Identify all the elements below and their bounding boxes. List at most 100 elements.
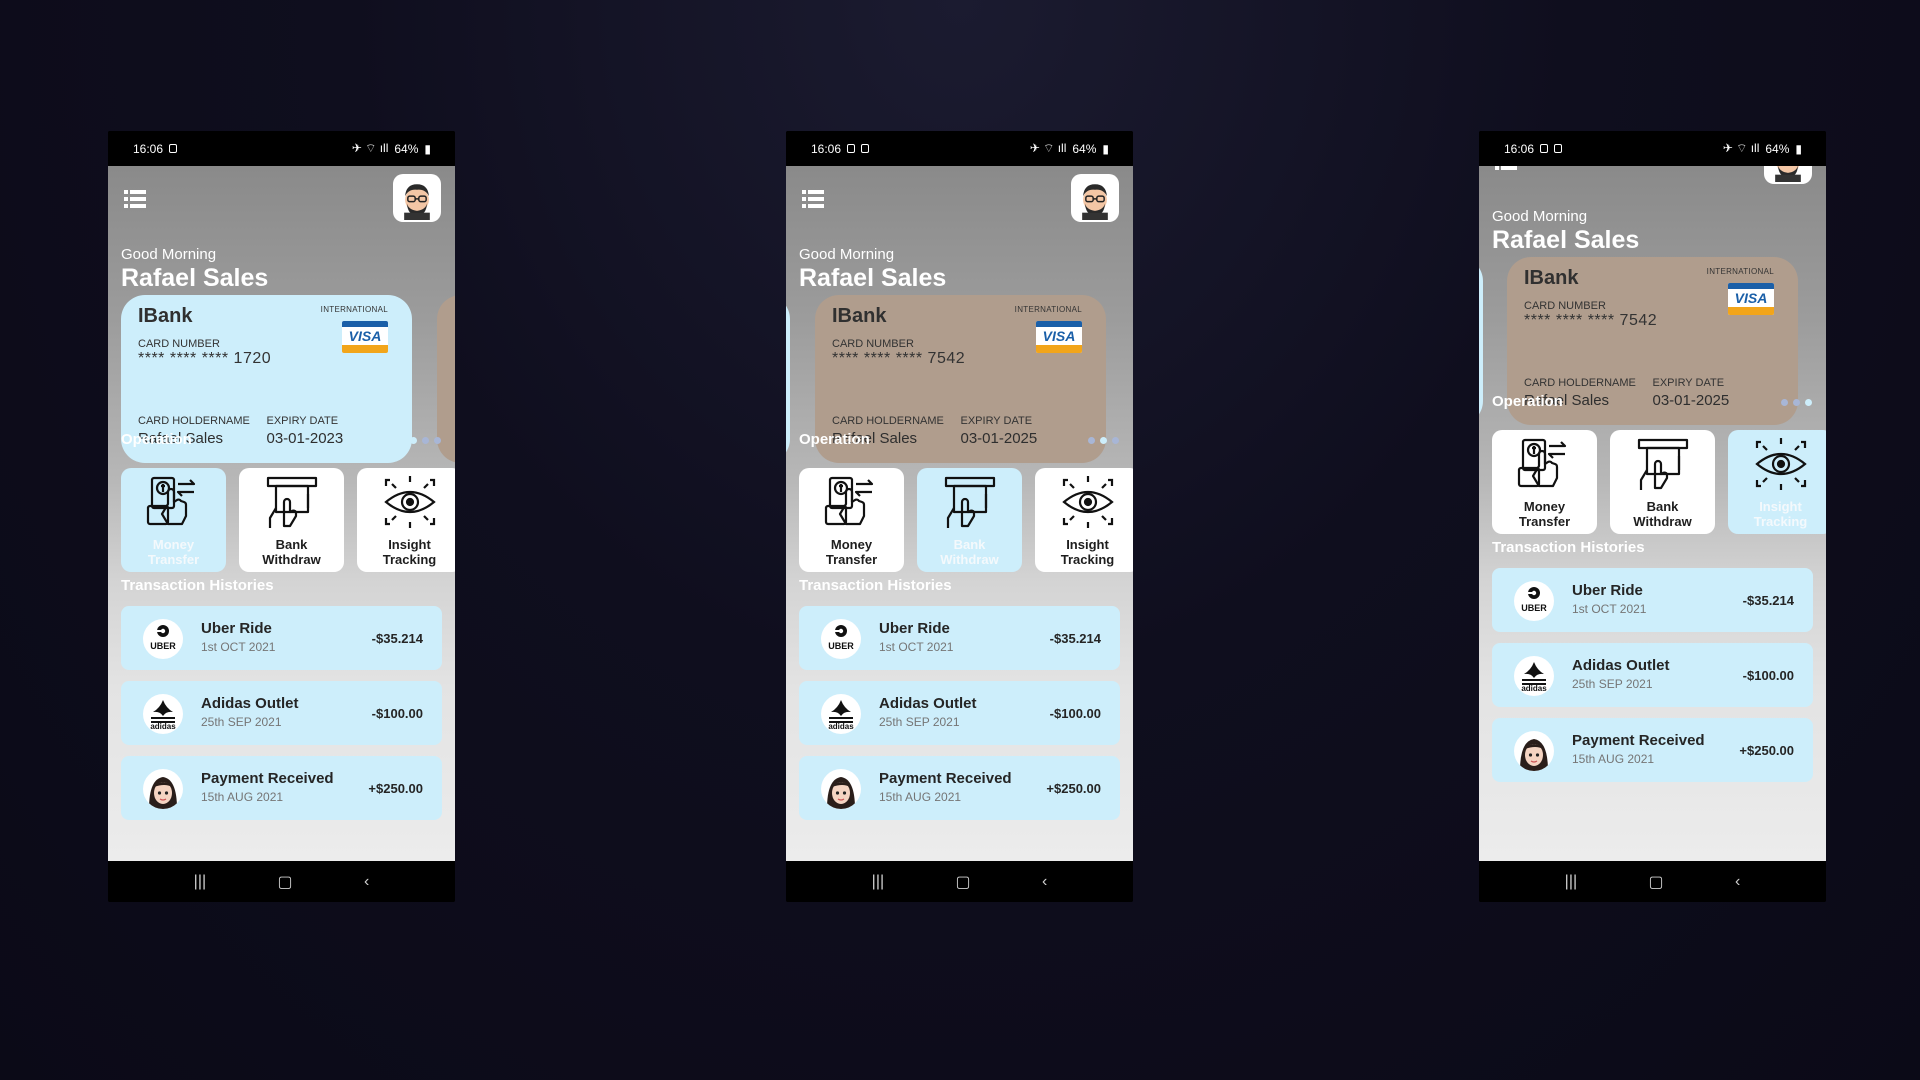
recents-icon[interactable]: ||| bbox=[194, 873, 206, 891]
insight-tracking-button[interactable]: Insight Tracking bbox=[357, 468, 455, 572]
pager-dot[interactable] bbox=[1781, 399, 1788, 406]
back-icon[interactable]: ‹ bbox=[1735, 873, 1740, 891]
adidas-logo-icon: adidas bbox=[143, 694, 183, 734]
user-name: Rafael Sales bbox=[121, 264, 269, 292]
card-expiry: 03-01-2025 bbox=[960, 430, 1038, 447]
transaction-amount: -$100.00 bbox=[1049, 706, 1101, 721]
uber-logo-icon: UBER bbox=[143, 619, 183, 659]
transaction-amount: -$100.00 bbox=[1742, 668, 1794, 683]
phone-screen-3: 16:06 ✈ ⌔ ıll 64% ▮ Good Morning Rafael Sa… bbox=[1479, 131, 1826, 902]
bank-withdraw-button[interactable]: Bank Withdraw bbox=[239, 468, 344, 572]
menu-icon[interactable] bbox=[1495, 166, 1517, 170]
transaction-date: 1st OCT 2021 bbox=[879, 640, 954, 654]
home-icon[interactable]: ▢ bbox=[1649, 872, 1664, 892]
bank-withdraw-icon bbox=[1637, 438, 1688, 492]
menu-icon[interactable] bbox=[802, 190, 824, 208]
card-pager[interactable] bbox=[1781, 399, 1812, 406]
transaction-title: Payment Received bbox=[1572, 732, 1705, 749]
signal-icon: ✈ ⌔ ıll bbox=[1029, 141, 1067, 155]
bank-card-prev[interactable] bbox=[786, 295, 790, 463]
expiry-label: EXPIRY DATE bbox=[960, 415, 1033, 427]
transaction-item[interactable]: adidas Adidas Outlet 25th SEP 2021 -$100… bbox=[799, 681, 1120, 745]
transaction-item[interactable]: adidas Adidas Outlet 25th SEP 2021 -$100… bbox=[121, 681, 442, 745]
operation-title: Operation bbox=[799, 431, 870, 448]
insight-tracking-button[interactable]: Insight Tracking bbox=[1728, 430, 1826, 534]
home-icon[interactable]: ▢ bbox=[956, 872, 971, 892]
avatar[interactable] bbox=[393, 174, 441, 222]
back-icon[interactable]: ‹ bbox=[1042, 873, 1047, 891]
android-nav-bar: ||| ▢ ‹ bbox=[1479, 861, 1826, 902]
transaction-date: 25th SEP 2021 bbox=[879, 715, 960, 729]
avatar[interactable] bbox=[1764, 166, 1812, 184]
pager-dot[interactable] bbox=[1100, 437, 1107, 444]
menu-icon[interactable] bbox=[124, 190, 146, 208]
recents-icon[interactable]: ||| bbox=[1565, 873, 1577, 891]
battery-level: 64% bbox=[394, 141, 419, 156]
money-transfer-icon bbox=[146, 476, 195, 526]
money-transfer-button[interactable]: Money Transfer bbox=[121, 468, 226, 572]
transaction-item[interactable]: Payment Received 15th AUG 2021 +$250.00 bbox=[121, 756, 442, 820]
transaction-amount: -$100.00 bbox=[371, 706, 423, 721]
transaction-amount: +$250.00 bbox=[1046, 781, 1101, 796]
battery-level: 64% bbox=[1765, 141, 1790, 156]
insight-tracking-button[interactable]: Insight Tracking bbox=[1035, 468, 1133, 572]
recents-icon[interactable]: ||| bbox=[872, 873, 884, 891]
transaction-amount: -$35.214 bbox=[1742, 593, 1794, 608]
pager-dot[interactable] bbox=[1088, 437, 1095, 444]
transaction-item[interactable]: UBER Uber Ride 1st OCT 2021 -$35.214 bbox=[1492, 568, 1813, 632]
user-name: Rafael Sales bbox=[799, 264, 947, 292]
transaction-date: 15th AUG 2021 bbox=[201, 790, 284, 804]
signal-icon: ✈ ⌔ ıll bbox=[351, 141, 389, 155]
pager-dot[interactable] bbox=[1805, 399, 1812, 406]
app-screen: Good Morning Rafael Sales IBank INTERNAT… bbox=[786, 166, 1133, 861]
transaction-item[interactable]: Payment Received 15th AUG 2021 +$250.00 bbox=[1492, 718, 1813, 782]
money-transfer-icon bbox=[1517, 438, 1566, 488]
uber-logo-icon: UBER bbox=[1514, 581, 1554, 621]
insight-tracking-icon bbox=[382, 474, 435, 530]
adidas-logo-icon: adidas bbox=[821, 694, 861, 734]
transaction-date: 1st OCT 2021 bbox=[201, 640, 276, 654]
bank-withdraw-button[interactable]: Bank Withdraw bbox=[917, 468, 1022, 572]
card-international: INTERNATIONAL bbox=[1706, 267, 1774, 276]
bank-withdraw-icon bbox=[266, 476, 317, 530]
transaction-item[interactable]: UBER Uber Ride 1st OCT 2021 -$35.214 bbox=[799, 606, 1120, 670]
transaction-item[interactable]: adidas Adidas Outlet 25th SEP 2021 -$100… bbox=[1492, 643, 1813, 707]
card-expiry: 03-01-2023 bbox=[266, 430, 344, 447]
transaction-title: Payment Received bbox=[879, 770, 1012, 787]
card-pager[interactable] bbox=[1088, 437, 1119, 444]
transaction-title: Adidas Outlet bbox=[879, 695, 977, 712]
operations-row: Money Transfer Bank Withdraw Insight Tracki… bbox=[121, 468, 455, 572]
money-transfer-button[interactable]: Money Transfer bbox=[1492, 430, 1597, 534]
avatar[interactable] bbox=[1071, 174, 1119, 222]
pager-dot[interactable] bbox=[422, 437, 429, 444]
money-transfer-button[interactable]: Money Transfer bbox=[799, 468, 904, 572]
transaction-date: 1st OCT 2021 bbox=[1572, 602, 1647, 616]
expiry-label: EXPIRY DATE bbox=[266, 415, 339, 427]
user-avatar-icon bbox=[403, 183, 431, 221]
back-icon[interactable]: ‹ bbox=[364, 873, 369, 891]
battery-level: 64% bbox=[1072, 141, 1097, 156]
transaction-item[interactable]: UBER Uber Ride 1st OCT 2021 -$35.214 bbox=[121, 606, 442, 670]
visa-logo-icon: VISA bbox=[1728, 283, 1774, 315]
notification-icon bbox=[861, 144, 870, 153]
transactions-title: Transaction Histories bbox=[799, 577, 952, 594]
home-icon[interactable]: ▢ bbox=[278, 872, 293, 892]
pager-dot[interactable] bbox=[434, 437, 441, 444]
operations-row: Money Transfer Bank Withdraw Insight Tracki… bbox=[1492, 430, 1826, 534]
transaction-amount: -$35.214 bbox=[371, 631, 423, 646]
card-pager[interactable] bbox=[410, 437, 441, 444]
person-avatar-icon bbox=[1514, 731, 1554, 771]
bank-withdraw-button[interactable]: Bank Withdraw bbox=[1610, 430, 1715, 534]
transaction-item[interactable]: Payment Received 15th AUG 2021 +$250.00 bbox=[799, 756, 1120, 820]
transaction-amount: +$250.00 bbox=[1739, 743, 1794, 758]
status-time: 16:06 bbox=[811, 141, 842, 156]
visa-logo-icon: VISA bbox=[1036, 321, 1082, 353]
gallery-icon bbox=[847, 144, 856, 153]
pager-dot[interactable] bbox=[1112, 437, 1119, 444]
transaction-title: Adidas Outlet bbox=[201, 695, 299, 712]
bank-card-prev[interactable] bbox=[1479, 257, 1483, 425]
battery-icon: ▮ bbox=[1795, 141, 1802, 156]
android-nav-bar: ||| ▢ ‹ bbox=[786, 861, 1133, 902]
pager-dot[interactable] bbox=[410, 437, 417, 444]
pager-dot[interactable] bbox=[1793, 399, 1800, 406]
